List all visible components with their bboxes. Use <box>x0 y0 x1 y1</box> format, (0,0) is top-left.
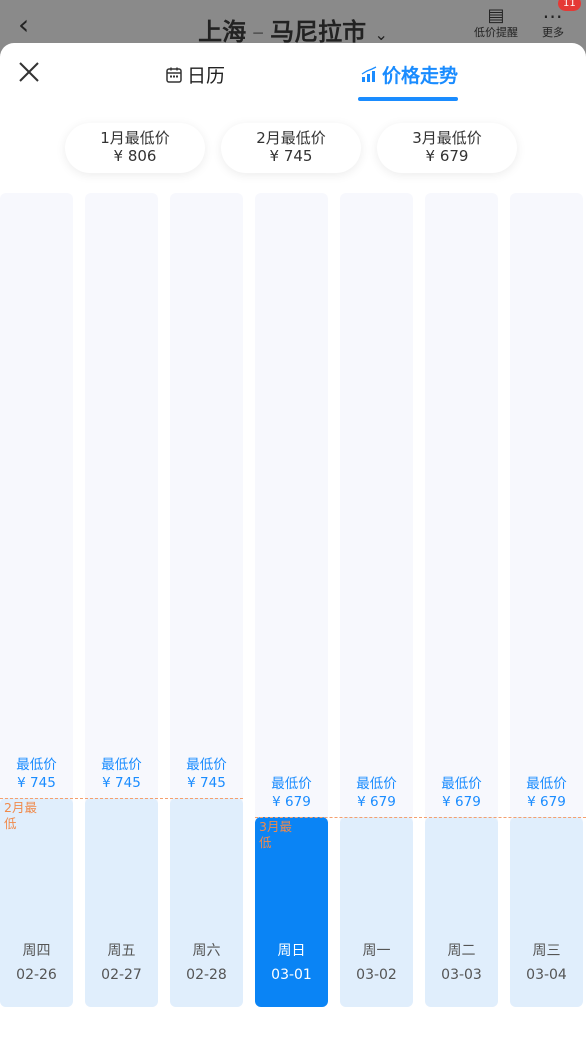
lowest-price-label: 最低价 <box>186 757 227 773</box>
monthly-low-month: 3月最低价 <box>412 129 482 147</box>
price-trend-sheet: 日历 价格走势 1月最低价 ¥ 806 2月最低价 ¥ 745 3月最低价 ¥ … <box>0 43 586 1049</box>
price-value-label: ¥ 745 <box>102 775 141 791</box>
day-column[interactable]: 最低价 ¥ 745 周五 02-27 <box>85 193 158 1007</box>
lowest-price-label: 最低价 <box>441 776 482 792</box>
tab-price-trend[interactable]: 价格走势 <box>360 61 458 88</box>
monthly-low-march[interactable]: 3月最低价 ¥ 679 <box>377 123 517 173</box>
price-value-label: ¥ 679 <box>357 794 396 810</box>
monthly-low-line <box>0 798 243 799</box>
price-value-label: ¥ 745 <box>187 775 226 791</box>
date-label: 03-02 <box>356 967 397 983</box>
price-alert-button[interactable]: ▤ 低价提醒 <box>466 6 526 40</box>
monthly-low-price: ¥ 745 <box>269 147 313 165</box>
date-label: 03-01 <box>271 967 312 983</box>
close-button[interactable] <box>16 59 42 85</box>
day-column[interactable]: 最低价 ¥ 745 周六 02-28 <box>170 193 243 1007</box>
weekday-label: 周一 <box>362 943 391 959</box>
weekday-label: 周五 <box>107 943 136 959</box>
close-icon <box>19 62 39 82</box>
monthly-low-annotation: 2月最低 <box>4 800 37 831</box>
monthly-low-month: 1月最低价 <box>100 129 170 147</box>
notification-badge: 11 <box>558 0 581 11</box>
lowest-price-label: 最低价 <box>101 757 142 773</box>
date-label: 02-27 <box>101 967 142 983</box>
monthly-low-price: ¥ 806 <box>113 147 157 165</box>
monthly-low-month: 2月最低价 <box>256 129 326 147</box>
day-column[interactable]: 最低价 ¥ 679 周日 03-01 <box>255 193 328 1007</box>
destination-city: 马尼拉市 <box>270 18 367 46</box>
price-value-label: ¥ 679 <box>272 794 311 810</box>
monthly-low-january[interactable]: 1月最低价 ¥ 806 <box>65 123 205 173</box>
date-label: 03-03 <box>441 967 482 983</box>
more-label: 更多 <box>542 26 564 39</box>
price-alert-label: 低价提醒 <box>474 26 518 39</box>
origin-city: 上海 <box>198 18 247 46</box>
weekday-label: 周二 <box>447 943 476 959</box>
lowest-price-label: 最低价 <box>526 776 567 792</box>
monthly-low-february[interactable]: 2月最低价 ¥ 745 <box>221 123 361 173</box>
tab-price-trend-label: 价格走势 <box>382 65 459 87</box>
bar-chart-icon <box>361 65 377 82</box>
price-value-label: ¥ 679 <box>442 794 481 810</box>
calendar-icon <box>166 67 182 83</box>
lowest-price-label: 最低价 <box>356 776 397 792</box>
price-value-label: ¥ 679 <box>527 794 566 810</box>
monthly-low-price: ¥ 679 <box>425 147 469 165</box>
lowest-price-label: 最低价 <box>271 776 312 792</box>
day-column[interactable]: 最低价 ¥ 745 周四 02-26 <box>0 193 73 1007</box>
weekday-label: 周六 <box>192 943 221 959</box>
weekday-label: 周三 <box>532 943 561 959</box>
weekday-label: 周四 <box>22 943 51 959</box>
lowest-price-label: 最低价 <box>16 757 57 773</box>
date-label: 02-28 <box>186 967 227 983</box>
chevron-down-icon: ⌄ <box>374 25 388 44</box>
tab-calendar-label: 日历 <box>187 65 226 87</box>
day-column[interactable]: 最低价 ¥ 679 周一 03-02 <box>340 193 413 1007</box>
day-column[interactable]: 最低价 ¥ 679 周二 03-03 <box>425 193 498 1007</box>
date-label: 03-04 <box>526 967 567 983</box>
monthly-low-annotation: 3月最低 <box>259 819 292 850</box>
weekday-label: 周日 <box>277 943 306 959</box>
more-button[interactable]: ⋯ 更多 <box>528 6 578 40</box>
trend-alert-icon: ▤ <box>487 5 505 26</box>
active-tab-indicator <box>358 97 458 101</box>
date-label: 02-26 <box>16 967 57 983</box>
day-column[interactable]: 最低价 ¥ 679 周三 03-04 <box>510 193 583 1007</box>
monthly-low-line <box>255 817 586 818</box>
route-separator: – <box>252 18 265 46</box>
tab-calendar[interactable]: 日历 <box>165 61 225 88</box>
price-value-label: ¥ 745 <box>17 775 56 791</box>
